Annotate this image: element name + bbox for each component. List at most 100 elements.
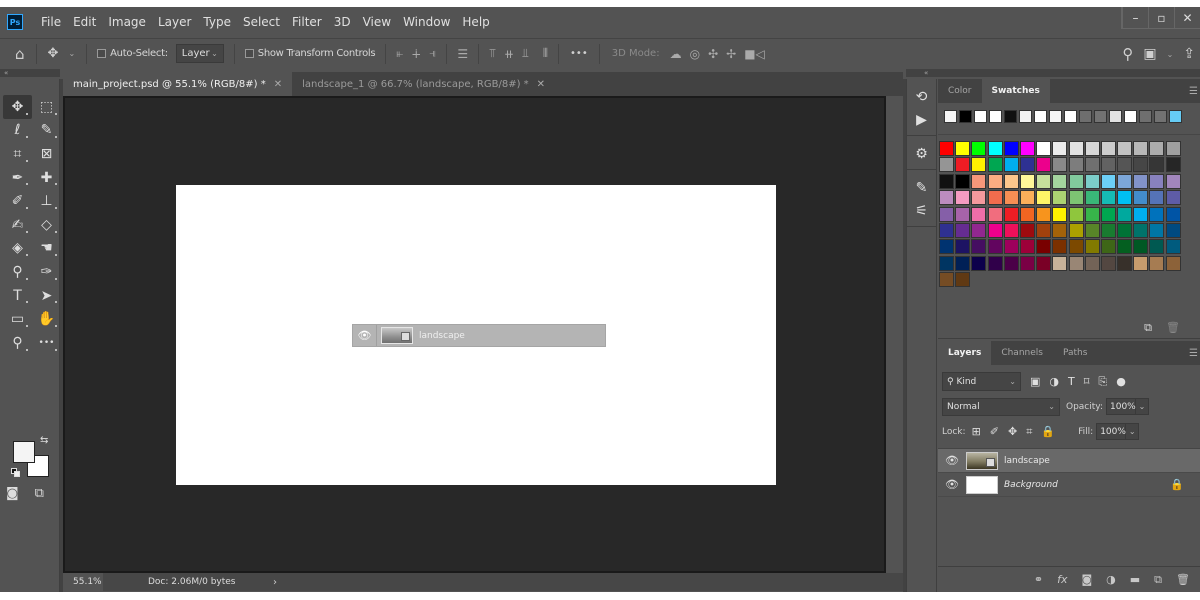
workspace-icon[interactable]: ▣ (1138, 46, 1161, 62)
add-mask-icon[interactable]: ◙ (1081, 573, 1092, 586)
color-swatch[interactable] (1019, 141, 1035, 156)
shape-filter-icon[interactable]: ⌑ (1084, 375, 1090, 388)
chevron-down-icon[interactable]: ⌄ (1162, 50, 1179, 59)
tab-layers[interactable]: Layers (938, 341, 992, 365)
color-swatch[interactable] (1068, 190, 1084, 206)
color-swatch[interactable] (1084, 173, 1100, 189)
minimize-button[interactable]: – (1122, 7, 1148, 29)
color-swatch[interactable] (1084, 206, 1100, 222)
color-swatch[interactable] (1100, 190, 1116, 206)
lock-artboard-icon[interactable]: ⌗ (1026, 425, 1032, 439)
color-swatch[interactable] (939, 190, 954, 206)
color-swatch[interactable] (971, 206, 987, 222)
color-swatch[interactable] (1068, 239, 1084, 255)
layer-row-background[interactable]: 👁 Background 🔒 (938, 473, 1200, 497)
3d-scale-icon[interactable]: ■◁ (740, 47, 769, 61)
share-icon[interactable]: ⇪ (1178, 46, 1200, 62)
lock-transparent-icon[interactable]: ⊞ (972, 425, 981, 438)
recent-swatch[interactable] (1064, 110, 1077, 123)
align-left-icon[interactable]: ⫦ (392, 46, 407, 61)
color-swatch[interactable] (955, 239, 971, 255)
color-swatch[interactable] (1149, 190, 1165, 206)
status-menu-arrow[interactable]: › (273, 577, 277, 588)
color-swatch[interactable] (1052, 157, 1068, 173)
color-swatch[interactable] (1084, 239, 1100, 255)
show-transform-controls-checkbox[interactable]: Show Transform Controls (241, 48, 380, 59)
color-swatch[interactable] (939, 141, 954, 156)
frame-tool[interactable]: ⊠ (32, 142, 61, 166)
color-swatch[interactable] (971, 173, 987, 189)
color-swatch[interactable] (1165, 255, 1181, 271)
color-swatch[interactable] (1036, 255, 1052, 271)
color-swatch[interactable] (1117, 157, 1133, 173)
recent-swatch[interactable] (989, 110, 1002, 123)
color-swatch[interactable] (1068, 255, 1084, 271)
blend-mode-dropdown[interactable]: Normal ⌄ (942, 397, 1060, 416)
smudge-tool[interactable]: ☚ (32, 237, 61, 261)
color-swatch[interactable] (1149, 157, 1165, 173)
3d-roll-icon[interactable]: ◎ (686, 47, 704, 61)
swap-colors-icon[interactable]: ⇆ (40, 435, 48, 446)
color-swatch[interactable] (1019, 222, 1035, 238)
color-swatch[interactable] (1165, 173, 1181, 189)
close-icon[interactable]: ✕ (537, 79, 545, 90)
adjustment-filter-icon[interactable]: ◑ (1049, 375, 1059, 388)
menu-3d[interactable]: 3D (328, 15, 357, 29)
color-swatch[interactable] (1052, 141, 1068, 156)
panels-collapse-strip[interactable]: « (906, 69, 1200, 77)
color-swatch[interactable] (971, 190, 987, 206)
color-swatch[interactable] (1084, 141, 1100, 156)
smart-object-filter-icon[interactable]: ⎘ (1098, 375, 1107, 389)
color-swatch[interactable] (1052, 173, 1068, 189)
3d-slide-icon[interactable]: ✢ (722, 47, 740, 61)
color-swatch[interactable] (1149, 141, 1165, 156)
recent-swatch[interactable] (1139, 110, 1152, 123)
marquee-tool[interactable]: ⬚ (32, 95, 61, 119)
color-swatch[interactable] (987, 173, 1003, 189)
chevron-down-icon[interactable]: ⌄ (63, 49, 80, 58)
color-swatch[interactable] (1100, 173, 1116, 189)
3d-orbit-icon[interactable]: ☁ (666, 47, 686, 61)
color-swatch[interactable] (1133, 157, 1149, 173)
color-swatch[interactable] (1003, 222, 1019, 238)
recent-swatch[interactable] (1004, 110, 1017, 123)
color-swatch[interactable] (1165, 239, 1181, 255)
history-icon[interactable]: ⟲ (907, 85, 936, 108)
clone-stamp-tool[interactable]: ⊥ (32, 189, 61, 213)
link-layers-icon[interactable]: ⚭ (1034, 573, 1043, 586)
trash-icon[interactable]: 🗑 (1176, 573, 1190, 586)
color-swatch[interactable] (1003, 255, 1019, 271)
menu-type[interactable]: Type (197, 15, 237, 29)
align-top-icon[interactable]: ⫪ (485, 46, 500, 61)
color-swatch[interactable] (1003, 173, 1019, 189)
color-swatch[interactable] (955, 206, 971, 222)
path-selection-tool[interactable]: ➤ (32, 284, 61, 308)
color-swatch[interactable] (1068, 157, 1084, 173)
align-horizontal-center-icon[interactable]: ∔ (407, 47, 425, 61)
color-swatch[interactable] (1133, 222, 1149, 238)
maximize-button[interactable]: ▫ (1148, 7, 1174, 29)
recent-swatch[interactable] (1109, 110, 1122, 123)
color-swatch[interactable] (987, 141, 1003, 156)
history-brush-tool[interactable]: ✍ (3, 213, 32, 237)
color-swatch[interactable] (971, 239, 987, 255)
color-swatch[interactable] (987, 157, 1003, 173)
more-tools[interactable]: ••• (32, 331, 61, 355)
checkbox-box[interactable] (97, 49, 107, 58)
color-swatch[interactable] (1068, 141, 1084, 156)
recent-swatch[interactable] (1169, 110, 1182, 123)
crop-tool[interactable]: ⌗ (3, 142, 32, 166)
tab-landscape-1[interactable]: landscape_1 @ 66.7% (landscape, RGB/8#) … (292, 72, 555, 96)
tab-channels[interactable]: Channels (991, 341, 1053, 365)
color-swatch[interactable] (1133, 255, 1149, 271)
color-swatch[interactable] (939, 255, 954, 271)
color-swatch[interactable] (1149, 255, 1165, 271)
fx-icon[interactable]: fx (1057, 573, 1067, 586)
color-swatch[interactable] (1036, 190, 1052, 206)
color-swatch[interactable] (955, 222, 971, 238)
tab-paths[interactable]: Paths (1053, 341, 1097, 365)
pen-tool[interactable]: ✑ (32, 260, 61, 284)
color-swatch[interactable] (1019, 157, 1035, 173)
color-swatch[interactable] (1019, 173, 1035, 189)
fill-dropdown[interactable]: ⌄ (1126, 423, 1140, 440)
